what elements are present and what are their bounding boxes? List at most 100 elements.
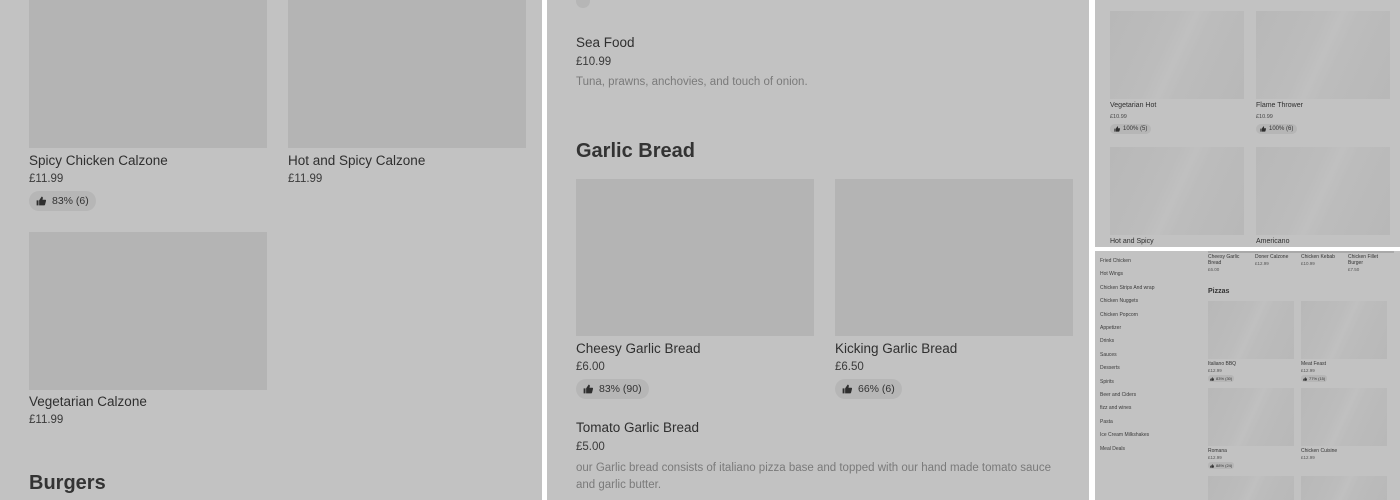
rating-text: 88% (24) (1216, 463, 1233, 468)
cheesy-garlic-bread-image[interactable] (576, 179, 814, 336)
section-heading-pizzas: Pizzas (1208, 288, 1230, 295)
thumbs-up-icon (36, 196, 46, 206)
category-item[interactable]: Chicken Popcorn (1100, 312, 1138, 318)
vegetarian-calzone-image[interactable] (29, 232, 267, 390)
top-row-image-edge (1208, 251, 1394, 253)
item-price: £6.50 (835, 361, 864, 373)
item-name[interactable]: Vegetarian Hot (1110, 102, 1156, 109)
item-price: £10.99 (576, 56, 612, 68)
item-name[interactable]: Chicken Cuisine (1301, 448, 1337, 454)
item-name[interactable]: Romana (1208, 448, 1227, 454)
thumbs-up-icon (1260, 126, 1266, 132)
item-name[interactable]: Spicy Chicken Calzone (29, 153, 168, 168)
meat-feast-image[interactable] (1301, 301, 1387, 359)
item-price: £11.99 (288, 173, 323, 185)
rating-badge: 88% (24) (1208, 462, 1235, 469)
item-name[interactable]: Meat Feast (1301, 361, 1326, 367)
category-item[interactable]: Appetizer (1100, 325, 1121, 331)
item-name[interactable]: Doner Calzone (1255, 254, 1295, 260)
category-item[interactable]: Chicken Strips And wrap (1100, 285, 1154, 291)
americano-image[interactable] (1256, 147, 1390, 235)
rating-badge: 83% (90) (576, 379, 649, 399)
rating-text: 100% (5) (1123, 126, 1148, 132)
category-item[interactable]: fizz and wines (1100, 405, 1131, 411)
item-name[interactable]: Italiano BBQ (1208, 361, 1236, 367)
pizza-image[interactable] (1301, 476, 1387, 500)
item-name[interactable]: Tomato Garlic Bread (576, 420, 699, 435)
kicking-garlic-bread-image[interactable] (835, 179, 1073, 336)
pizza-image[interactable] (1208, 476, 1294, 500)
item-name[interactable]: Hot and Spicy Calzone (288, 153, 425, 168)
hot-spicy-calzone-image[interactable] (288, 0, 526, 148)
pizza-grid-panel: Vegetarian Hot £10.99 100% (5) Flame Thr… (1095, 0, 1400, 247)
category-item[interactable]: Pasta (1100, 419, 1113, 425)
rating-badge-cutoff (576, 0, 590, 8)
category-item[interactable]: Fried Chicken (1100, 258, 1131, 264)
category-item[interactable]: Desserts (1100, 365, 1120, 371)
item-price: £10.99 (1110, 114, 1127, 120)
item-price: £7.50 (1348, 267, 1360, 272)
category-item[interactable]: Chicken Nuggets (1100, 298, 1138, 304)
italiano-bbq-image[interactable] (1208, 301, 1294, 359)
hot-and-spicy-image[interactable] (1110, 147, 1244, 235)
thumbs-up-icon (1303, 377, 1307, 381)
category-item[interactable]: Spirits (1100, 379, 1114, 385)
item-price: £12.99 (1255, 261, 1269, 266)
item-price: £10.99 (1301, 261, 1315, 266)
category-item[interactable]: Ice Cream Milkshakes (1100, 432, 1149, 438)
item-price: £6.00 (1208, 267, 1220, 272)
item-price: £12.99 (1208, 455, 1222, 460)
rating-badge: 100% (6) (1256, 124, 1298, 134)
category-item[interactable]: Drinks (1100, 338, 1114, 344)
rating-text: 83% (6) (52, 195, 89, 207)
rating-text: 83% (30) (1216, 376, 1233, 381)
item-name[interactable]: Chicken Fillet Burger (1348, 254, 1392, 266)
thumbs-up-icon (842, 384, 852, 394)
calzone-panel: Spicy Chicken Calzone £11.99 83% (6) Hot… (0, 0, 542, 500)
romana-image[interactable] (1208, 388, 1294, 446)
item-description: our Garlic bread consists of italiano pi… (576, 462, 1051, 491)
spicy-chicken-calzone-image[interactable] (29, 0, 267, 148)
rating-text: 66% (6) (858, 383, 895, 395)
garlic-bread-panel: Sea Food £10.99 Tuna, prawns, anchovies,… (547, 0, 1089, 500)
category-item[interactable]: Sauces (1100, 352, 1117, 358)
item-price: £11.99 (29, 173, 64, 185)
item-price: £6.00 (576, 361, 605, 373)
rating-badge: 77% (15) (1301, 375, 1328, 382)
rating-text: 77% (15) (1309, 376, 1326, 381)
category-item[interactable]: Beer and Ciders (1100, 392, 1136, 398)
item-description: Tuna, prawns, anchovies, and touch of on… (576, 76, 808, 88)
item-price: £12.99 (1301, 368, 1315, 373)
chicken-cuisine-image[interactable] (1301, 388, 1387, 446)
thumbs-up-icon (1210, 377, 1214, 381)
item-name[interactable]: Vegetarian Calzone (29, 394, 147, 409)
rating-badge: 66% (6) (835, 379, 902, 399)
item-name[interactable]: Chicken Kebab (1301, 254, 1343, 260)
category-item[interactable]: Hot Wings (1100, 271, 1123, 277)
menu-overview-panel: Fried Chicken Hot Wings Chicken Strips A… (1095, 251, 1400, 500)
section-heading-garlic-bread: Garlic Bread (576, 140, 695, 162)
section-heading-burgers: Burgers (29, 472, 106, 494)
item-name[interactable]: Americano (1256, 238, 1289, 245)
item-price: £12.99 (1301, 455, 1315, 460)
rating-badge: 83% (6) (29, 191, 96, 211)
item-name[interactable]: Sea Food (576, 35, 635, 50)
item-name[interactable]: Cheesy Garlic Bread (576, 341, 701, 356)
item-name[interactable]: Kicking Garlic Bread (835, 341, 957, 356)
thumbs-up-icon (1210, 464, 1214, 468)
thumbs-up-icon (583, 384, 593, 394)
item-price: £11.99 (29, 414, 64, 426)
vegetarian-hot-image[interactable] (1110, 11, 1244, 99)
rating-badge: 83% (30) (1208, 375, 1235, 382)
flame-thrower-image[interactable] (1256, 11, 1390, 99)
category-item[interactable]: Meal Deals (1100, 446, 1125, 452)
thumbs-up-icon (1114, 126, 1120, 132)
item-name[interactable]: Flame Thrower (1256, 102, 1303, 109)
item-price: £5.00 (576, 441, 605, 453)
item-name[interactable]: Cheesy Garlic Bread (1208, 254, 1248, 266)
rating-text: 100% (6) (1269, 126, 1294, 132)
item-name[interactable]: Hot and Spicy (1110, 238, 1154, 245)
rating-badge: 100% (5) (1110, 124, 1152, 134)
item-price: £10.99 (1256, 114, 1273, 120)
rating-text: 83% (90) (599, 383, 642, 395)
